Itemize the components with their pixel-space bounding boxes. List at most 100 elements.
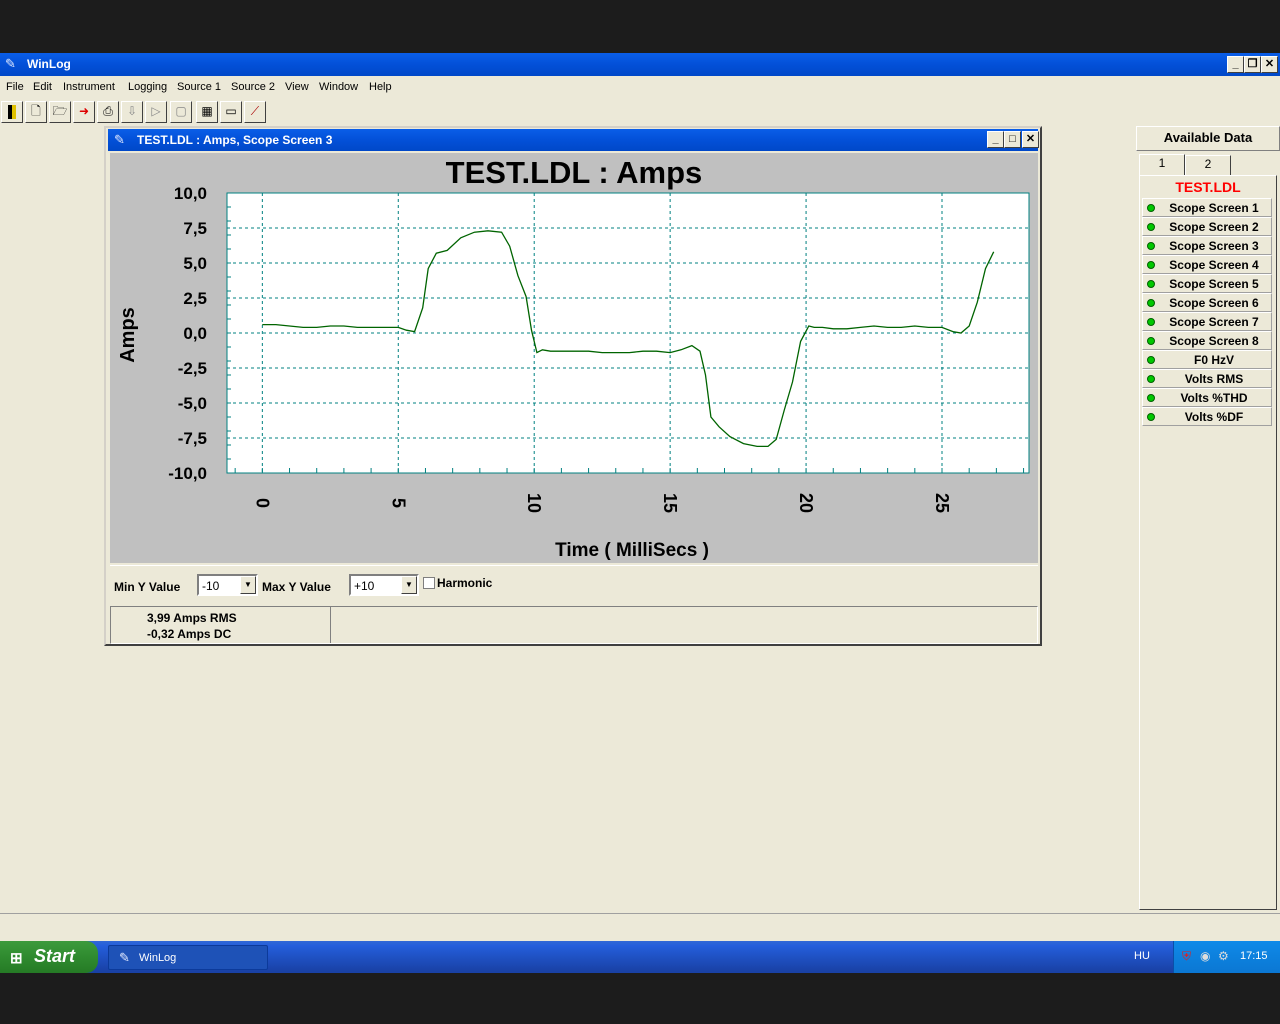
- close-button[interactable]: ✕: [1022, 131, 1039, 148]
- data-item-label: Scope Screen 1: [1169, 201, 1259, 215]
- menu-edit[interactable]: Edit: [33, 81, 52, 93]
- data-item[interactable]: Volts RMS: [1142, 369, 1272, 388]
- data-item[interactable]: Scope Screen 6: [1142, 293, 1272, 312]
- data-item[interactable]: Volts %DF: [1142, 407, 1272, 426]
- max-y-select[interactable]: +10 ▼: [349, 574, 419, 596]
- data-item[interactable]: F0 HzV: [1142, 350, 1272, 369]
- y-tick-label: 10,0: [174, 184, 207, 203]
- data-list: TEST.LDL Scope Screen 1 Scope Screen 2 Sco…: [1139, 175, 1277, 910]
- harmonic-checkbox[interactable]: [423, 577, 435, 589]
- tab-2[interactable]: 2: [1185, 155, 1231, 175]
- menu-help[interactable]: Help: [369, 81, 392, 93]
- minimize-button[interactable]: _: [987, 131, 1004, 148]
- rms-value: 3,99 Amps RMS: [147, 611, 237, 625]
- x-tick-label: 10: [524, 493, 544, 513]
- menu-logging[interactable]: Logging: [128, 81, 167, 93]
- close-button[interactable]: ✕: [1261, 56, 1278, 73]
- app-titlebar[interactable]: ✎ WinLog _ ❐ ✕: [0, 53, 1280, 76]
- monitor-tray-icon[interactable]: ◉: [1200, 949, 1210, 963]
- measurement-values: 3,99 Amps RMS -0,32 Amps DC: [111, 607, 331, 643]
- y-tick-label: 5,0: [183, 254, 207, 273]
- max-y-label: Max Y Value: [262, 580, 331, 594]
- network-icon[interactable]: ⚙: [1218, 949, 1229, 963]
- chevron-down-icon[interactable]: ▼: [401, 576, 417, 594]
- restore-button[interactable]: ❐: [1244, 56, 1261, 73]
- data-item-label: Scope Screen 7: [1169, 315, 1259, 329]
- data-item-label: Volts %THD: [1180, 391, 1248, 405]
- scope-window-titlebar[interactable]: ✎ TEST.LDL : Amps, Scope Screen 3 _ □ ✕: [108, 129, 1039, 151]
- data-item-label: Volts %DF: [1184, 410, 1244, 424]
- data-item[interactable]: Scope Screen 7: [1142, 312, 1272, 331]
- export-icon[interactable]: ➜: [73, 101, 95, 123]
- menu-file[interactable]: File: [6, 81, 24, 93]
- data-item[interactable]: Volts %THD: [1142, 388, 1272, 407]
- start-button[interactable]: ⊞ Start: [0, 941, 98, 973]
- amps-chart: 10,0 7,5 5,0 2,5 0,0 -2,5 -5,0 -7,5 -10,0 0 5 10 15 2…: [117, 184, 1030, 561]
- status-dot-icon: [1147, 356, 1155, 364]
- open-icon[interactable]: 🗋: [25, 101, 47, 123]
- chart-icon[interactable]: ⟋: [244, 101, 266, 123]
- status-dot-icon: [1147, 375, 1155, 383]
- app-icon: ✎: [114, 132, 125, 147]
- data-item[interactable]: Scope Screen 5: [1142, 274, 1272, 293]
- min-y-value: -10: [202, 579, 220, 593]
- scope-window-title: TEST.LDL : Amps, Scope Screen 3: [137, 133, 333, 147]
- x-axis-label: Time ( MilliSecs ): [555, 540, 709, 561]
- stop-icon[interactable]: ▢: [170, 101, 192, 123]
- status-dot-icon: [1147, 394, 1155, 402]
- y-tick-label: -5,0: [178, 394, 207, 413]
- menu-view[interactable]: View: [285, 81, 309, 93]
- menu-source-2[interactable]: Source 2: [231, 81, 275, 93]
- harmonic-label[interactable]: Harmonic: [437, 576, 492, 590]
- y-tick-label: -2,5: [178, 359, 207, 378]
- data-item[interactable]: Scope Screen 8: [1142, 331, 1272, 350]
- language-indicator[interactable]: HU: [1134, 950, 1150, 962]
- status-dot-icon: [1147, 204, 1155, 212]
- dc-value: -0,32 Amps DC: [147, 627, 232, 641]
- taskbar-winlog-label: WinLog: [139, 952, 177, 964]
- min-y-select[interactable]: -10 ▼: [197, 574, 258, 596]
- taskbar-winlog[interactable]: ✎ WinLog: [108, 945, 268, 970]
- print-icon[interactable]: ⎙: [97, 101, 119, 123]
- status-dot-icon: [1147, 318, 1155, 326]
- panel-title: Available Data: [1136, 126, 1280, 151]
- data-item-label: Scope Screen 4: [1169, 258, 1259, 272]
- chart-area: TEST.LDL : Amps 10,0 7,5 5,0 2,5 0,0 -2,5 -5,0…: [110, 153, 1038, 563]
- data-item[interactable]: Scope Screen 3: [1142, 236, 1272, 255]
- data-item[interactable]: Scope Screen 4: [1142, 255, 1272, 274]
- menu-window[interactable]: Window: [319, 81, 358, 93]
- x-tick-label: 15: [660, 493, 680, 513]
- minimize-button[interactable]: _: [1227, 56, 1244, 73]
- app-icon: ✎: [119, 950, 130, 965]
- menu-source-1[interactable]: Source 1: [177, 81, 221, 93]
- menu-bar: File Edit Instrument Logging Source 1 So…: [0, 77, 1280, 98]
- play-icon[interactable]: ▷: [145, 101, 167, 123]
- chevron-down-icon[interactable]: ▼: [240, 576, 256, 594]
- new-icon[interactable]: [1, 101, 23, 123]
- windows-flag-icon: ⊞: [10, 950, 23, 967]
- shield-icon[interactable]: ⛨: [1182, 949, 1191, 964]
- status-dot-icon: [1147, 261, 1155, 269]
- min-y-label: Min Y Value: [114, 580, 181, 594]
- data-item-label: Scope Screen 5: [1169, 277, 1259, 291]
- monitor-icon[interactable]: ▭: [220, 101, 242, 123]
- x-tick-label: 0: [252, 498, 272, 508]
- y-tick-label: 2,5: [183, 289, 207, 308]
- system-tray: ⛨ ◉ ⚙ 17:15: [1173, 941, 1280, 973]
- download-icon[interactable]: ⇩: [121, 101, 143, 123]
- table-icon[interactable]: ▦: [196, 101, 218, 123]
- menu-instrument[interactable]: Instrument: [63, 81, 115, 93]
- data-item[interactable]: Scope Screen 2: [1142, 217, 1272, 236]
- status-dot-icon: [1147, 337, 1155, 345]
- max-y-value: +10: [354, 579, 375, 593]
- status-dot-icon: [1147, 413, 1155, 421]
- app-title: WinLog: [27, 57, 71, 71]
- app-icon: ✎: [5, 56, 16, 71]
- data-item-label: Scope Screen 8: [1169, 334, 1259, 348]
- tab-1[interactable]: 1: [1139, 154, 1185, 175]
- data-item[interactable]: Scope Screen 1: [1142, 198, 1272, 217]
- save-icon[interactable]: 🗁: [49, 101, 71, 123]
- data-item-label: Scope Screen 3: [1169, 239, 1259, 253]
- file-label: TEST.LDL: [1175, 179, 1241, 195]
- maximize-button[interactable]: □: [1004, 131, 1021, 148]
